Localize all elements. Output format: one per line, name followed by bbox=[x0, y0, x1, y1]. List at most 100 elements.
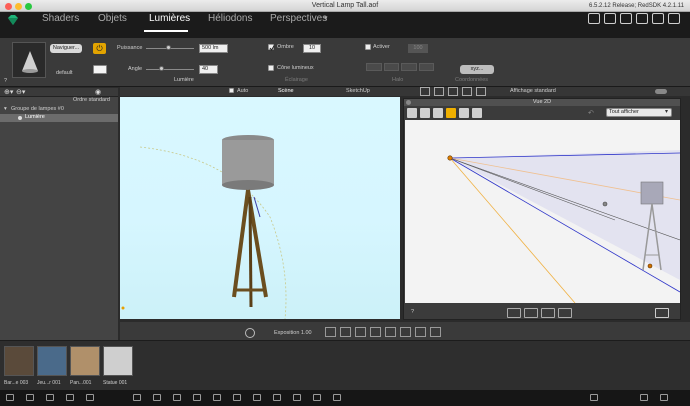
dock-icon-15[interactable] bbox=[313, 394, 321, 401]
nav-button-7-icon[interactable] bbox=[415, 327, 426, 337]
cone-checkbox[interactable] bbox=[268, 65, 274, 71]
window-icon[interactable] bbox=[652, 13, 664, 24]
thumbnail-statue[interactable] bbox=[103, 346, 133, 376]
vue-2d-pan-button[interactable] bbox=[541, 308, 555, 318]
settings-gear-icon[interactable] bbox=[245, 328, 255, 338]
xyz-button[interactable]: xyz... bbox=[460, 65, 494, 74]
ombre-field[interactable]: 10 bbox=[303, 44, 321, 53]
dock-icon-8[interactable] bbox=[173, 394, 181, 401]
naviguer-button[interactable]: Naviguer... bbox=[50, 44, 82, 53]
help-question[interactable]: ? bbox=[4, 78, 7, 85]
vue-2d-tool-2-icon[interactable] bbox=[420, 108, 430, 118]
tab-lumieres[interactable]: Lumières bbox=[149, 13, 190, 25]
vue-2d-tool-1-icon[interactable] bbox=[407, 108, 417, 118]
perspectives-dropdown-icon[interactable]: ▾ bbox=[324, 14, 328, 22]
layout-5-icon[interactable] bbox=[476, 87, 486, 96]
vue-2d-canvas[interactable] bbox=[405, 120, 681, 304]
sidebar-group-label[interactable]: Groupe de lampes #0 bbox=[11, 106, 64, 113]
angle-slider-knob[interactable] bbox=[159, 66, 164, 71]
dock-icon-9[interactable] bbox=[193, 394, 201, 401]
vue-2d-tool-active-icon[interactable] bbox=[446, 108, 456, 118]
nav-button-1-icon[interactable] bbox=[325, 327, 336, 337]
dock-icon-10[interactable] bbox=[213, 394, 221, 401]
nav-button-4-icon[interactable] bbox=[370, 327, 381, 337]
halo-button-1[interactable] bbox=[366, 63, 382, 71]
display-icon[interactable] bbox=[604, 13, 616, 24]
cart-icon[interactable] bbox=[588, 13, 600, 24]
layout-1-icon[interactable] bbox=[420, 87, 430, 96]
dock-icon-16[interactable] bbox=[333, 394, 341, 401]
halo-field[interactable]: 100 bbox=[408, 44, 428, 53]
tab-heliodons[interactable]: Héliodons bbox=[208, 13, 252, 25]
nav-button-5-icon[interactable] bbox=[385, 327, 396, 337]
tab-shaders[interactable]: Shaders bbox=[42, 13, 79, 25]
ombre-checkbox[interactable] bbox=[268, 44, 275, 51]
nav-button-2-icon[interactable] bbox=[340, 327, 351, 337]
vue-2d-tool-5-icon[interactable] bbox=[459, 108, 469, 118]
thumbnail-jeu[interactable] bbox=[37, 346, 67, 376]
dock-icon-3[interactable] bbox=[46, 394, 54, 401]
thumbnail-bar[interactable] bbox=[4, 346, 34, 376]
vue-2d-help[interactable]: ? bbox=[411, 309, 414, 316]
vue-2d-undo-icon[interactable]: ↶ bbox=[588, 109, 594, 117]
toggle-switch[interactable] bbox=[655, 89, 667, 94]
group-expand-icon[interactable]: ▾ bbox=[4, 106, 7, 113]
halo-button-3[interactable] bbox=[401, 63, 417, 71]
sketchup-tab[interactable]: SketchUp bbox=[346, 88, 370, 95]
dock-icon-13[interactable] bbox=[273, 394, 281, 401]
affichage-label[interactable]: Affichage standard bbox=[510, 88, 556, 95]
power-button[interactable]: ⏻ bbox=[93, 43, 106, 54]
target-point[interactable] bbox=[602, 201, 608, 207]
nav-button-3-icon[interactable] bbox=[355, 327, 366, 337]
halo-button-2[interactable] bbox=[383, 63, 399, 71]
angle-slider-track[interactable] bbox=[146, 69, 194, 70]
dock-icon-4[interactable] bbox=[66, 394, 74, 401]
dock-icon-11[interactable] bbox=[233, 394, 241, 401]
dock-icon-7[interactable] bbox=[153, 394, 161, 401]
scene-tab[interactable]: Scène bbox=[278, 88, 294, 95]
nav-button-8-icon[interactable] bbox=[430, 327, 441, 337]
vue-2d-undo-button[interactable] bbox=[507, 308, 521, 318]
layout-2-icon[interactable] bbox=[434, 87, 444, 96]
angle-field[interactable]: 40 bbox=[199, 65, 218, 74]
puissance-field[interactable]: 500 lm bbox=[199, 44, 228, 53]
light-source-point[interactable] bbox=[447, 155, 453, 161]
add-light-icon[interactable]: ⊕▾ bbox=[4, 88, 13, 96]
dock-icon-2[interactable] bbox=[26, 394, 34, 401]
tab-objets[interactable]: Objets bbox=[98, 13, 127, 25]
light-color-swatch[interactable] bbox=[93, 65, 107, 74]
tab-perspectives[interactable]: Perspectives bbox=[270, 13, 327, 25]
layout-4-icon[interactable] bbox=[462, 87, 472, 96]
viewport-3d[interactable] bbox=[120, 97, 400, 320]
remove-light-icon[interactable]: ⊖▾ bbox=[16, 88, 25, 96]
puissance-slider-knob[interactable] bbox=[166, 45, 171, 50]
bottom-control-point[interactable] bbox=[647, 263, 653, 269]
eye-icon[interactable]: ◉ bbox=[95, 88, 101, 96]
vue-2d-close-button[interactable] bbox=[406, 100, 411, 105]
exposition-label[interactable]: Exposition 1.00 bbox=[274, 330, 312, 337]
vue-2d-tool-3-icon[interactable] bbox=[433, 108, 443, 118]
auto-checkbox[interactable] bbox=[229, 88, 234, 93]
dock-icon-5[interactable] bbox=[86, 394, 94, 401]
dock-icon-17[interactable] bbox=[640, 394, 648, 401]
dock-icon-12[interactable] bbox=[253, 394, 261, 401]
layout-3-icon[interactable] bbox=[448, 87, 458, 96]
nav-button-6-icon[interactable] bbox=[400, 327, 411, 337]
camera-icon[interactable] bbox=[636, 13, 648, 24]
halo-activer-checkbox[interactable] bbox=[365, 44, 371, 50]
sort-order-label[interactable]: Ordre standard bbox=[73, 97, 110, 104]
thumbnail-pan[interactable] bbox=[70, 346, 100, 376]
vue-2d-move-button[interactable] bbox=[655, 308, 669, 318]
vue-2d-display-select[interactable]: Tout afficher bbox=[606, 108, 672, 117]
dock-icon-18[interactable] bbox=[660, 394, 668, 401]
vue-2d-zoom-button[interactable] bbox=[524, 308, 538, 318]
dock-icon-6[interactable] bbox=[133, 394, 141, 401]
dock-pointer-icon[interactable] bbox=[590, 394, 598, 401]
layout-icon[interactable] bbox=[668, 13, 680, 24]
halo-button-4[interactable] bbox=[418, 63, 434, 71]
dock-icon-1[interactable] bbox=[6, 394, 14, 401]
vue-2d-fit-button[interactable] bbox=[558, 308, 572, 318]
vue-2d-tool-6-icon[interactable] bbox=[472, 108, 482, 118]
render-icon[interactable] bbox=[620, 13, 632, 24]
dock-icon-14[interactable] bbox=[293, 394, 301, 401]
